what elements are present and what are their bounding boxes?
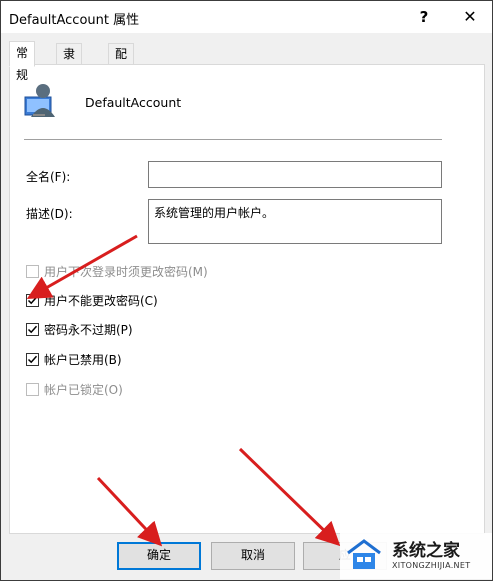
checkmark-icon bbox=[27, 325, 38, 334]
help-button[interactable]: ? bbox=[410, 5, 438, 29]
checkbox-label: 用户下次登录时须更改密码(M) bbox=[44, 265, 208, 279]
description-value: 系统管理的用户帐户。 bbox=[154, 206, 275, 220]
checkbox-label: 用户不能更改密码(C) bbox=[44, 294, 158, 308]
checkbox-label: 帐户已禁用(B) bbox=[44, 353, 122, 367]
watermark-url: XITONGZHIJIA.NET bbox=[392, 561, 471, 570]
checkbox-box[interactable] bbox=[26, 294, 39, 307]
description-label: 描述(D): bbox=[26, 207, 73, 221]
tab-member-of[interactable]: 隶属于 bbox=[56, 43, 83, 101]
window-title: DefaultAccount 属性 bbox=[9, 13, 140, 28]
checkbox-label: 密码永不过期(P) bbox=[44, 323, 133, 337]
checkmark-icon bbox=[27, 296, 38, 305]
fullname-label: 全名(F): bbox=[26, 170, 71, 184]
tab-general[interactable]: 常规 bbox=[9, 41, 36, 82]
general-tab-panel: DefaultAccount 全名(F): 描述(D): 系统管理的用户帐户。 … bbox=[9, 64, 485, 534]
description-input[interactable]: 系统管理的用户帐户。 bbox=[148, 199, 442, 244]
watermark-title: 系统之家 bbox=[392, 541, 460, 561]
account-name: DefaultAccount bbox=[85, 95, 182, 110]
checkbox-label: 帐户已锁定(O) bbox=[44, 383, 123, 397]
checkbox-box[interactable] bbox=[26, 265, 39, 278]
tab-profile[interactable]: 配置文件 bbox=[108, 43, 135, 121]
divider bbox=[24, 139, 442, 140]
fullname-input[interactable] bbox=[148, 161, 442, 188]
watermark: 系统之家 XITONGZHIJIA.NET bbox=[340, 533, 492, 579]
checkmark-icon bbox=[27, 355, 38, 364]
close-button[interactable]: ✕ bbox=[456, 5, 484, 29]
house-logo-icon bbox=[347, 539, 381, 569]
user-account-icon bbox=[24, 84, 55, 117]
ok-button[interactable]: 确定 bbox=[117, 542, 201, 570]
title-bar: DefaultAccount 属性 ? ✕ bbox=[1, 1, 492, 33]
checkbox-box[interactable] bbox=[26, 383, 39, 396]
cancel-button[interactable]: 取消 bbox=[211, 542, 295, 570]
properties-dialog: DefaultAccount 属性 ? ✕ 常规 隶属于 配置文件 Defaul… bbox=[0, 0, 493, 581]
checkbox-box[interactable] bbox=[26, 353, 39, 366]
checkbox-box[interactable] bbox=[26, 323, 39, 336]
